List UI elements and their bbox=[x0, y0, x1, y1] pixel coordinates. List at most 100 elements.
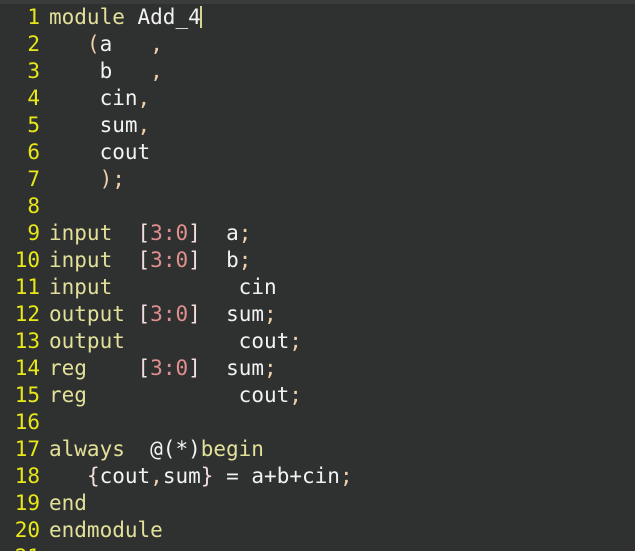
line-content[interactable]: sum, bbox=[40, 112, 635, 139]
code-token: ] bbox=[188, 248, 201, 272]
code-line[interactable]: 18 {cout,sum} = a+b+cin; bbox=[0, 463, 635, 490]
code-line[interactable]: 17 always @(*)begin bbox=[0, 436, 635, 463]
code-token: ; bbox=[264, 356, 277, 380]
line-content[interactable]: output [3:0] sum; bbox=[40, 301, 635, 328]
text-caret bbox=[199, 6, 202, 28]
code-token: input bbox=[49, 248, 113, 272]
code-token: , bbox=[150, 32, 163, 56]
code-token: output bbox=[49, 329, 125, 353]
line-number: 7 bbox=[27, 167, 40, 191]
code-token: cout bbox=[238, 383, 290, 407]
code-line[interactable]: 7 ); bbox=[0, 166, 635, 193]
code-line[interactable]: 8 bbox=[0, 193, 635, 220]
line-content[interactable] bbox=[40, 409, 635, 436]
code-line[interactable]: 16 bbox=[0, 409, 635, 436]
line-content[interactable]: reg cout; bbox=[40, 382, 635, 409]
code-token: ; bbox=[339, 464, 353, 488]
line-number: 17 bbox=[14, 437, 40, 461]
code-token: cout bbox=[238, 329, 290, 353]
code-token: cin bbox=[302, 464, 340, 488]
code-token: begin bbox=[200, 437, 264, 461]
line-content[interactable]: module Add_4 bbox=[40, 4, 635, 31]
code-line[interactable]: 12 output [3:0] sum; bbox=[0, 301, 635, 328]
code-token: module bbox=[49, 5, 125, 29]
line-content[interactable]: reg [3:0] sum; bbox=[40, 355, 635, 382]
line-content[interactable]: output cout; bbox=[40, 328, 635, 355]
line-number: 8 bbox=[27, 194, 40, 218]
line-content[interactable]: always @(*)begin bbox=[40, 436, 635, 463]
code-line[interactable]: 20 endmodule bbox=[0, 517, 635, 544]
code-token: b bbox=[276, 464, 290, 488]
line-content[interactable]: input [3:0] b; bbox=[40, 247, 635, 274]
code-token: sum bbox=[99, 113, 138, 137]
code-line[interactable]: 10 input [3:0] b; bbox=[0, 247, 635, 274]
line-number: 20 bbox=[14, 518, 40, 542]
code-token: always bbox=[49, 437, 125, 461]
code-token: [ bbox=[137, 248, 151, 272]
code-token: sum bbox=[226, 302, 265, 326]
line-number: 18 bbox=[14, 464, 40, 488]
code-token: Add_4 bbox=[137, 5, 201, 29]
code-token: ; bbox=[238, 221, 252, 245]
code-line[interactable]: 3 b , bbox=[0, 58, 635, 85]
code-line[interactable]: 6 cout bbox=[0, 139, 635, 166]
line-content[interactable] bbox=[40, 193, 635, 220]
code-line[interactable]: 1 module Add_4 bbox=[0, 4, 635, 31]
code-line[interactable]: 5 sum, bbox=[0, 112, 635, 139]
code-token: ] bbox=[188, 221, 201, 245]
line-number: 16 bbox=[14, 410, 40, 434]
code-token: [ bbox=[137, 356, 151, 380]
code-token: reg bbox=[49, 383, 87, 407]
line-number: 9 bbox=[27, 221, 40, 245]
code-line[interactable]: 9 input [3:0] a; bbox=[0, 220, 635, 247]
line-number: 10 bbox=[14, 248, 40, 272]
code-token: 0 bbox=[175, 248, 189, 272]
line-content[interactable]: input cin bbox=[40, 274, 635, 301]
code-line[interactable]: 21 bbox=[0, 544, 635, 551]
line-content[interactable]: endmodule bbox=[40, 517, 635, 544]
line-content[interactable]: b , bbox=[40, 58, 635, 85]
code-editor[interactable]: 1 module Add_4 2 (a ,3 b ,4 cin, 5 sum, 6 co… bbox=[0, 0, 635, 551]
code-token: end bbox=[49, 491, 87, 515]
line-content[interactable]: input [3:0] a; bbox=[40, 220, 635, 247]
line-number: 6 bbox=[27, 140, 40, 164]
code-token: input bbox=[49, 221, 113, 245]
code-token: ] bbox=[188, 302, 201, 326]
line-number: 5 bbox=[27, 113, 40, 137]
code-line[interactable]: 19 end bbox=[0, 490, 635, 517]
line-content[interactable]: (a , bbox=[40, 31, 635, 58]
code-line[interactable]: 2 (a , bbox=[0, 31, 635, 58]
code-token: a bbox=[251, 464, 265, 488]
line-content[interactable]: cout bbox=[40, 139, 635, 166]
code-line[interactable]: 4 cin, bbox=[0, 85, 635, 112]
code-token: b bbox=[99, 59, 113, 83]
line-content[interactable]: end bbox=[40, 490, 635, 517]
line-content[interactable]: ); bbox=[40, 166, 635, 193]
code-line[interactable]: 14 reg [3:0] sum; bbox=[0, 355, 635, 382]
line-content[interactable]: cin, bbox=[40, 85, 635, 112]
code-token: : bbox=[162, 356, 176, 380]
code-token: sum bbox=[226, 356, 265, 380]
code-token: ] bbox=[188, 356, 201, 380]
line-content[interactable] bbox=[40, 544, 635, 551]
code-token: 3 bbox=[150, 356, 163, 380]
code-line[interactable]: 15 reg cout; bbox=[0, 382, 635, 409]
code-token: } bbox=[200, 464, 214, 488]
line-content[interactable]: {cout,sum} = a+b+cin; bbox=[40, 463, 635, 490]
code-token: 0 bbox=[175, 221, 189, 245]
line-number: 12 bbox=[14, 302, 40, 326]
code-line[interactable]: 13 output cout; bbox=[0, 328, 635, 355]
code-token: + bbox=[264, 464, 277, 488]
code-lines-container[interactable]: 1 module Add_4 2 (a ,3 b ,4 cin, 5 sum, 6 co… bbox=[0, 4, 635, 551]
code-line[interactable]: 11 input cin bbox=[0, 274, 635, 301]
